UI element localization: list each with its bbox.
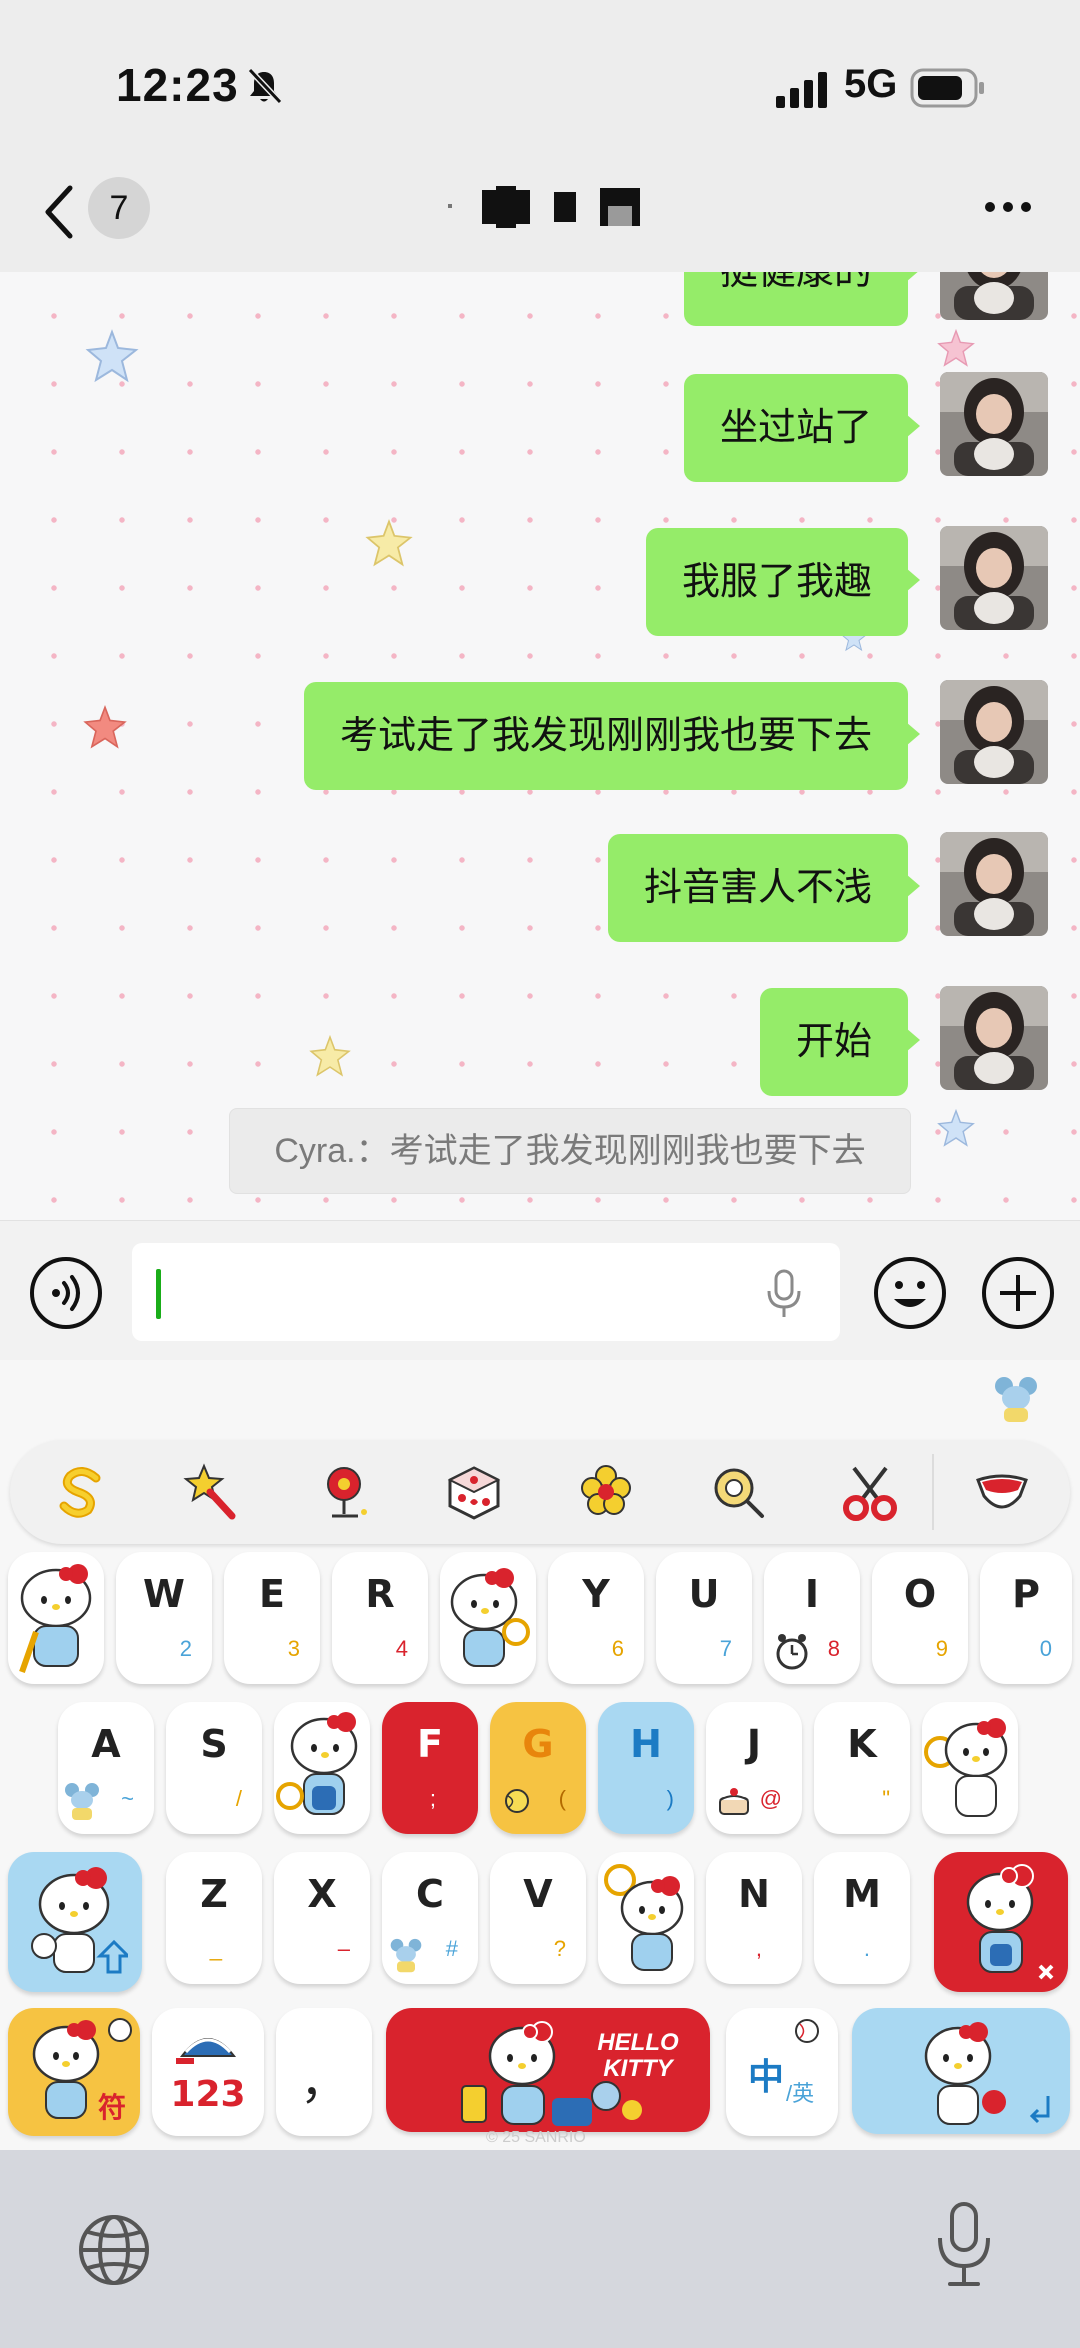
message-bubble[interactable]: 抖音害人不浅	[607, 834, 921, 942]
key-a[interactable]: A ~	[58, 1702, 154, 1834]
quoted-message[interactable]: Cyra.：考试走了我发现刚刚我也要下去	[229, 1108, 911, 1194]
language-switch-key[interactable]: 中 /英	[726, 2008, 838, 2136]
scissors-icon[interactable]	[840, 1462, 900, 1522]
key-u[interactable]: U7	[656, 1552, 752, 1684]
baseball-icon	[795, 2019, 819, 2043]
shift-key[interactable]	[8, 1852, 142, 1992]
key-p[interactable]: P0	[980, 1552, 1072, 1684]
key-o[interactable]: O9	[872, 1552, 968, 1684]
language-main-label: 中	[748, 2056, 785, 2097]
key-g[interactable]: G(	[490, 1702, 586, 1834]
microphone-icon[interactable]	[764, 1269, 804, 1319]
system-keyboard-bar	[0, 2150, 1080, 2348]
key-v[interactable]: V?	[490, 1852, 586, 1984]
key-r[interactable]: R4	[332, 1552, 428, 1684]
battery-icon	[910, 68, 984, 108]
message-input[interactable]	[132, 1243, 840, 1341]
dictation-microphone-icon[interactable]	[934, 2200, 994, 2288]
more-options-icon[interactable]	[984, 200, 1032, 214]
red-star-icon	[83, 704, 127, 749]
silent-bell-icon	[247, 67, 283, 105]
signal-icon	[776, 72, 827, 108]
voice-record-icon[interactable]	[314, 1462, 374, 1522]
mouse-sticker-icon	[995, 1377, 1037, 1422]
message-bubble[interactable]: 挺健康的	[683, 272, 921, 326]
mouse-sticker-icon	[390, 1938, 422, 1973]
network-type: 5G	[844, 62, 898, 106]
numbers-key[interactable]: 123	[152, 2008, 264, 2136]
key-s[interactable]: S /	[166, 1702, 262, 1834]
message-bubble[interactable]: 坐过站了	[683, 374, 921, 482]
search-clip-icon[interactable]	[708, 1462, 768, 1522]
avatar[interactable]	[940, 372, 1048, 476]
blue-star-icon	[937, 1108, 975, 1147]
symbols-key[interactable]: 符	[8, 2008, 140, 2136]
key-k[interactable]: K "	[814, 1702, 910, 1834]
delete-key[interactable]	[934, 1852, 1068, 1992]
tennis-ball-icon	[505, 1789, 529, 1813]
text-caret	[156, 1269, 161, 1319]
space-key[interactable]: HELLO KITTY	[386, 2008, 710, 2132]
key-l-kitty[interactable]	[922, 1702, 1018, 1834]
key-n[interactable]: N,	[706, 1852, 802, 1984]
avatar[interactable]	[940, 986, 1048, 1090]
enter-key[interactable]	[852, 2008, 1070, 2134]
voice-input-icon[interactable]	[28, 1255, 104, 1331]
key-x[interactable]: X –	[274, 1852, 370, 1984]
back-icon[interactable]	[42, 184, 76, 240]
key-w[interactable]: W2	[116, 1552, 212, 1684]
comma-key[interactable]: ，	[276, 2008, 372, 2136]
key-z[interactable]: Z _	[166, 1852, 262, 1984]
space-key-title: HELLO KITTY	[597, 2029, 679, 2082]
mouse-sticker-icon	[65, 1783, 99, 1820]
pink-star-icon	[937, 328, 975, 367]
avatar[interactable]	[940, 526, 1048, 630]
flower-icon[interactable]	[576, 1462, 636, 1522]
dice-icon[interactable]	[444, 1462, 504, 1522]
key-q-kitty[interactable]	[8, 1552, 104, 1684]
key-y[interactable]: Y6	[548, 1552, 644, 1684]
avatar[interactable]	[940, 680, 1048, 784]
sogou-logo-icon[interactable]	[52, 1462, 112, 1522]
top-bar: 12:23 5G 7	[0, 0, 1080, 273]
key-e[interactable]: E3	[224, 1552, 320, 1684]
status-time: 12:23	[116, 59, 239, 111]
key-h[interactable]: H)	[598, 1702, 694, 1834]
cap-sticker-icon	[176, 2038, 237, 2064]
collapse-keyboard-icon[interactable]	[972, 1462, 1032, 1522]
blue-star-icon	[85, 329, 139, 383]
numbers-label: 123	[170, 2074, 246, 2115]
unread-count-badge[interactable]: 7	[88, 177, 150, 239]
alarm-clock-icon	[776, 1634, 808, 1670]
key-f[interactable]: F;	[382, 1702, 478, 1834]
key-j[interactable]: J @	[706, 1702, 802, 1834]
avatar[interactable]	[940, 832, 1048, 936]
message-bubble[interactable]: 考试走了我发现刚刚我也要下去	[303, 682, 921, 790]
toolbar-divider	[932, 1454, 934, 1530]
keyboard-toolbar	[10, 1440, 1070, 1544]
key-m[interactable]: M.	[814, 1852, 910, 1984]
globe-icon[interactable]	[76, 2212, 152, 2288]
yellow-star-icon	[309, 1034, 351, 1077]
copyright-text: © 25 SANRIO	[486, 2129, 586, 2146]
key-t-kitty[interactable]	[440, 1552, 536, 1684]
keyboard: W2 E3 R4 Y6 U7 I8 O9 P0 A ~ S / F; G( H) J…	[0, 1360, 1080, 2150]
key-c[interactable]: C #	[382, 1852, 478, 1984]
key-d-kitty[interactable]	[274, 1702, 370, 1834]
cake-icon	[719, 1788, 749, 1815]
symbols-label: 符	[97, 2092, 126, 2123]
chat-area[interactable]: 挺健康的 坐过站了 我服了我趣 考试走了我发现刚刚我也要下去 抖音害人不浅 开始…	[0, 272, 1080, 1220]
emoji-icon[interactable]	[872, 1255, 948, 1331]
language-sub-label: /英	[786, 2081, 815, 2106]
input-bar	[0, 1220, 1080, 1361]
key-i[interactable]: I8	[764, 1552, 860, 1684]
yellow-star-icon	[365, 519, 413, 567]
key-b-kitty[interactable]	[598, 1852, 694, 1984]
plus-icon[interactable]	[980, 1255, 1056, 1331]
avatar[interactable]	[940, 272, 1048, 320]
magic-wand-icon[interactable]	[182, 1462, 242, 1522]
message-bubble[interactable]: 我服了我趣	[645, 528, 921, 636]
chat-title-redacted	[448, 186, 648, 228]
message-bubble[interactable]: 开始	[759, 988, 921, 1096]
